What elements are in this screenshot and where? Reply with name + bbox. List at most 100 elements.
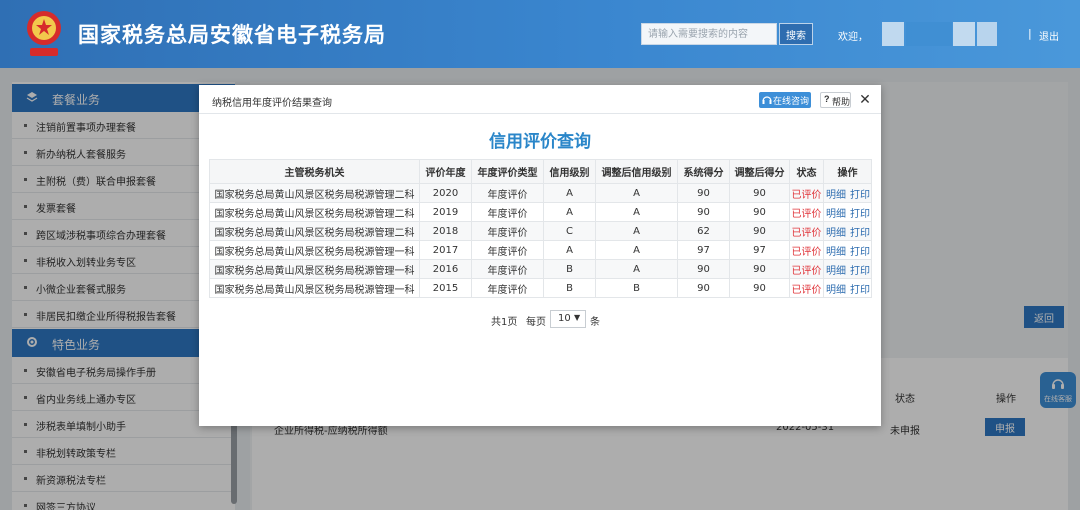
credit-level-cell: A: [543, 183, 596, 203]
operation-cell: 明细 打印: [823, 221, 872, 241]
adjusted-level-cell: B: [595, 278, 678, 298]
status-cell: 已评价: [789, 240, 824, 260]
type-cell: 年度评价: [471, 202, 544, 222]
dialog-title: 纳税信用年度评价结果查询: [212, 98, 332, 109]
column-header: 评价年度: [419, 159, 472, 184]
detail-link[interactable]: 明细: [826, 247, 846, 258]
help-button[interactable]: ? 帮助: [820, 92, 851, 108]
status-cell: 已评价: [789, 202, 824, 222]
credit-level-cell: B: [543, 278, 596, 298]
online-consult-label: 在线咨询: [773, 96, 810, 106]
adjusted-score-cell: 90: [729, 221, 790, 241]
headset-icon: [762, 96, 772, 104]
year-cell: 2019: [419, 202, 472, 222]
adjusted-level-cell: A: [595, 259, 678, 279]
detail-link[interactable]: 明细: [826, 190, 846, 201]
tax-authority-cell: 国家税务总局黄山风景区税务局税源管理二科: [209, 183, 420, 203]
detail-link[interactable]: 明细: [826, 228, 846, 239]
page-size-value: 10: [558, 313, 571, 324]
adjusted-level-cell: A: [595, 240, 678, 260]
table-row: 国家税务总局黄山风景区税务局税源管理一科 2016 年度评价 B A 90 90…: [209, 259, 872, 279]
column-header: 系统得分: [677, 159, 730, 184]
detail-link[interactable]: 明细: [826, 266, 846, 277]
table-row: 国家税务总局黄山风景区税务局税源管理二科 2018 年度评价 C A 62 90…: [209, 221, 872, 241]
type-cell: 年度评价: [471, 240, 544, 260]
credit-level-cell: B: [543, 259, 596, 279]
system-score-cell: 90: [677, 202, 730, 222]
status-cell: 已评价: [789, 259, 824, 279]
column-header: 调整后信用级别: [595, 159, 678, 184]
print-link[interactable]: 打印: [850, 285, 870, 296]
print-link[interactable]: 打印: [850, 209, 870, 220]
status-cell: 已评价: [789, 183, 824, 203]
year-cell: 2020: [419, 183, 472, 203]
year-cell: 2015: [419, 278, 472, 298]
type-cell: 年度评价: [471, 221, 544, 241]
table-row: 国家税务总局黄山风景区税务局税源管理一科 2017 年度评价 A A 97 97…: [209, 240, 872, 260]
question-icon: ?: [824, 94, 830, 104]
table-row: 国家税务总局黄山风景区税务局税源管理二科 2020 年度评价 A A 90 90…: [209, 183, 872, 203]
logout-link[interactable]: 退出: [1039, 28, 1059, 43]
page-size-select[interactable]: 10 ▼: [550, 310, 586, 328]
page-title: 信用评价查询: [489, 132, 591, 152]
table-row: 国家税务总局黄山风景区税务局税源管理二科 2019 年度评价 A A 90 90…: [209, 202, 872, 222]
system-score-cell: 90: [677, 183, 730, 203]
credit-level-cell: A: [543, 240, 596, 260]
header-separator: |: [1028, 27, 1032, 40]
operation-cell: 明细 打印: [823, 240, 872, 260]
tax-emblem-icon: [27, 11, 61, 56]
adjusted-level-cell: A: [595, 202, 678, 222]
credit-level-cell: A: [543, 202, 596, 222]
column-header: 调整后得分: [729, 159, 790, 184]
detail-link[interactable]: 明细: [826, 285, 846, 296]
adjusted-score-cell: 90: [729, 202, 790, 222]
adjusted-score-cell: 90: [729, 183, 790, 203]
type-cell: 年度评价: [471, 183, 544, 203]
online-consult-button[interactable]: 在线咨询: [759, 92, 811, 108]
total-pages: 共1页: [491, 317, 518, 328]
chevron-down-icon: ▼: [574, 313, 581, 322]
table-row: 国家税务总局黄山风景区税务局税源管理一科 2015 年度评价 B B 90 90…: [209, 278, 872, 298]
redacted-user-name: [906, 22, 952, 46]
welcome-text: 欢迎，: [838, 32, 868, 43]
tax-authority-cell: 国家税务总局黄山风景区税务局税源管理一科: [209, 240, 420, 260]
print-link[interactable]: 打印: [850, 247, 870, 258]
close-icon[interactable]: ✕: [858, 91, 872, 107]
per-page-label: 每页: [526, 317, 546, 328]
column-header: 信用级别: [543, 159, 596, 184]
print-link[interactable]: 打印: [850, 266, 870, 277]
adjusted-level-cell: A: [595, 221, 678, 241]
credit-result-table: 主管税务机关 评价年度 年度评价类型 信用级别 调整后信用级别 系统得分 调整后…: [209, 159, 872, 298]
credit-level-cell: C: [543, 221, 596, 241]
adjusted-score-cell: 90: [729, 259, 790, 279]
adjusted-level-cell: A: [595, 183, 678, 203]
table-header-row: 主管税务机关 评价年度 年度评价类型 信用级别 调整后信用级别 系统得分 调整后…: [209, 159, 872, 184]
operation-cell: 明细 打印: [823, 183, 872, 203]
status-cell: 已评价: [789, 221, 824, 241]
detail-link[interactable]: 明细: [826, 209, 846, 220]
column-header: 主管税务机关: [209, 159, 420, 184]
tax-authority-cell: 国家税务总局黄山风景区税务局税源管理二科: [209, 221, 420, 241]
year-cell: 2016: [419, 259, 472, 279]
help-label: 帮助: [832, 97, 851, 107]
type-cell: 年度评价: [471, 278, 544, 298]
adjusted-score-cell: 90: [729, 278, 790, 298]
tax-authority-cell: 国家税务总局黄山风景区税务局税源管理一科: [209, 259, 420, 279]
system-score-cell: 97: [677, 240, 730, 260]
status-cell: 已评价: [789, 278, 824, 298]
tax-authority-cell: 国家税务总局黄山风景区税务局税源管理二科: [209, 202, 420, 222]
print-link[interactable]: 打印: [850, 190, 870, 201]
system-score-cell: 62: [677, 221, 730, 241]
credit-query-dialog: 纳税信用年度评价结果查询 在线咨询 ? 帮助 ✕ 信用评价查询 主管税务机关 评…: [199, 85, 881, 426]
print-link[interactable]: 打印: [850, 228, 870, 239]
operation-cell: 明细 打印: [823, 278, 872, 298]
search-button[interactable]: 搜索: [779, 23, 813, 45]
column-header: 年度评价类型: [471, 159, 544, 184]
redacted-user-name: [977, 22, 997, 46]
type-cell: 年度评价: [471, 259, 544, 279]
operation-cell: 明细 打印: [823, 202, 872, 222]
redacted-user-name: [953, 22, 975, 46]
search-input[interactable]: [641, 23, 777, 45]
adjusted-score-cell: 97: [729, 240, 790, 260]
tax-authority-cell: 国家税务总局黄山风景区税务局税源管理一科: [209, 278, 420, 298]
